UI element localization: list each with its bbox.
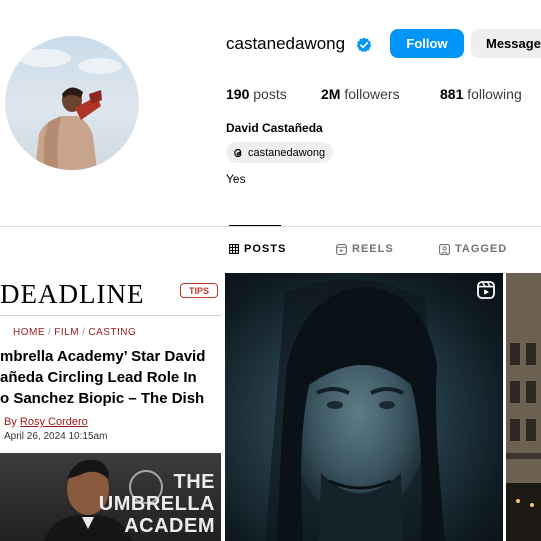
post-tile-article[interactable]: DEADLINE TIPS HOME / FILM / CASTING mbrella … — [0, 273, 221, 541]
posts-label: posts — [253, 86, 287, 102]
stat-posts: 190 posts — [226, 86, 287, 102]
following-label: following — [467, 86, 522, 102]
followers-label: followers — [344, 86, 400, 102]
article-headline: mbrella Academy’ Star David añeda Circli… — [0, 348, 206, 407]
stat-followers[interactable]: 2M followers — [321, 86, 400, 102]
article-date: April 26, 2024 10:15am — [4, 431, 108, 442]
message-button[interactable]: Message — [471, 29, 541, 58]
crumb-casting: CASTING — [88, 327, 137, 338]
tab-posts[interactable]: POSTS — [229, 243, 286, 255]
article-divider — [0, 315, 221, 316]
article-author: Rosy Cordero — [19, 416, 88, 428]
umbrella-academy-backdrop-text: THE UMBRELLA ACADEM — [98, 471, 215, 537]
post-tile-photo[interactable] — [506, 273, 541, 541]
posts-count: 190 — [226, 86, 250, 102]
reel-badge-icon — [477, 281, 495, 299]
follow-button[interactable]: Follow — [390, 29, 464, 58]
tab-reels-label: REELS — [352, 243, 394, 255]
post-tile-reel[interactable] — [225, 273, 503, 541]
article-photo: THE UMBRELLA ACADEM — [0, 453, 221, 541]
grid-icon — [229, 244, 239, 254]
threads-handle: castanedawong — [248, 146, 326, 159]
verified-badge-icon — [356, 37, 372, 53]
tagged-icon — [439, 243, 450, 255]
tips-badge: TIPS — [180, 283, 218, 298]
tab-tagged[interactable]: TAGGED — [439, 243, 507, 255]
profile-full-name: David Castañeda — [226, 121, 323, 135]
reel-thumbnail-image — [265, 279, 445, 541]
followers-count: 2M — [321, 86, 341, 102]
tab-tagged-label: TAGGED — [455, 243, 508, 255]
profile-bio: Yes — [226, 172, 246, 186]
crumb-film: FILM — [54, 327, 80, 338]
tabs-divider — [0, 226, 541, 227]
following-count: 881 — [440, 86, 464, 102]
building-photo-image — [506, 273, 541, 541]
threads-link[interactable]: castanedawong — [226, 142, 334, 163]
article-breadcrumb: HOME / FILM / CASTING — [13, 327, 137, 338]
profile-username: castanedawong — [226, 34, 346, 53]
byline-prefix: By — [4, 416, 17, 428]
active-tab-indicator — [229, 225, 281, 226]
threads-icon — [234, 148, 242, 157]
avatar-photo — [19, 49, 122, 170]
stat-following[interactable]: 881 following — [440, 86, 522, 102]
deadline-logo: DEADLINE — [0, 279, 145, 309]
tab-reels[interactable]: REELS — [336, 243, 394, 255]
reels-icon — [336, 243, 347, 255]
profile-avatar[interactable] — [5, 36, 139, 170]
article-byline: By Rosy Cordero — [4, 416, 88, 428]
crumb-home: HOME — [13, 327, 45, 338]
tab-posts-label: POSTS — [244, 243, 287, 255]
